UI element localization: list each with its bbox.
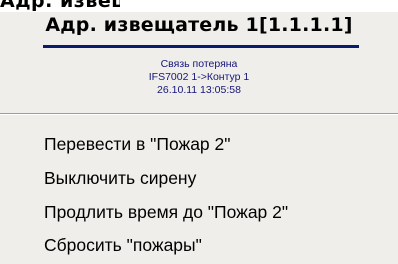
menu-item-turn-off-siren[interactable]: Выключить сирену xyxy=(0,162,398,195)
header-strip: Адр. извещ xyxy=(0,0,398,12)
event-source: IFS7002 1->Контур 1 xyxy=(148,71,250,83)
header-strip-cut-title: Адр. извещ xyxy=(0,0,120,12)
event-timestamp: 26.10.11 13:05:58 xyxy=(157,84,241,96)
title-underline xyxy=(43,45,359,48)
device-title: Адр. извещатель 1[1.1.1.1] xyxy=(45,14,353,36)
menu-item-switch-to-fire-2[interactable]: Перевести в "Пожар 2" xyxy=(0,128,398,161)
event-status: Связь потеряна xyxy=(160,58,238,70)
menu-separator-highlight xyxy=(0,114,398,115)
menu-item-reset-fires[interactable]: Сбросить "пожары" xyxy=(0,229,398,262)
menu-item-extend-time-to-fire-2[interactable]: Продлить время до "Пожар 2" xyxy=(0,196,398,229)
context-popup: Адр. извещ Адр. извещатель 1[1.1.1.1] Св… xyxy=(0,0,398,264)
